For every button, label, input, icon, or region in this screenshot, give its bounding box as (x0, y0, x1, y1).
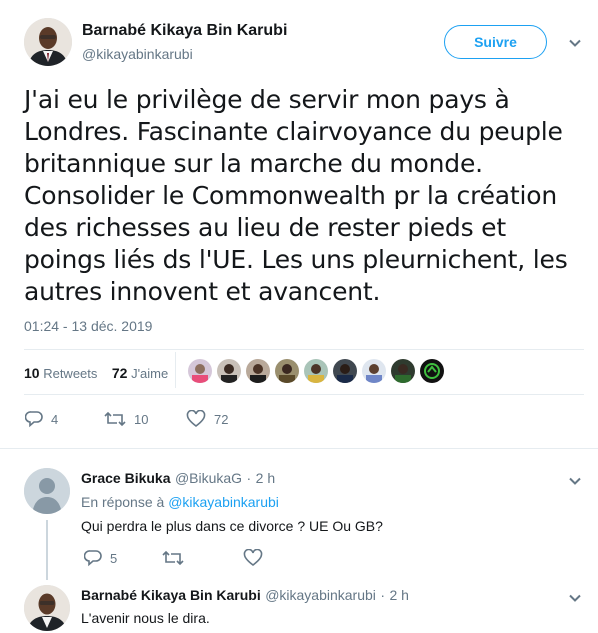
reply-icon (84, 550, 102, 567)
reply-button[interactable]: 4 (25, 410, 58, 428)
engagement-stats: 10 Retweets 72 J'aime (24, 365, 168, 381)
like-icon (186, 410, 206, 428)
avatar[interactable] (246, 359, 270, 383)
follow-button[interactable]: Suivre (444, 25, 547, 59)
like-button[interactable]: 72 (186, 410, 228, 428)
retweet-count: 10 (134, 411, 149, 427)
in-reply-to: En réponse à @kikayabinkarubi (81, 494, 279, 510)
reply-text: L'avenir nous le dira. (81, 610, 210, 626)
avatar[interactable] (391, 359, 415, 383)
like-icon (243, 549, 263, 567)
reply-more-button[interactable] (568, 591, 582, 610)
author-avatar[interactable] (24, 18, 72, 66)
like-count: 72 (214, 411, 229, 427)
more-options-button[interactable] (568, 36, 582, 55)
reply-author-handle[interactable]: @kikayabinkarubi (265, 587, 376, 603)
separator-dot: · (246, 470, 252, 486)
avatar[interactable] (188, 359, 212, 383)
thread-connector (46, 520, 48, 580)
divider (175, 352, 176, 388)
reply-text: Qui perdra le plus dans ce divorce ? UE … (81, 518, 383, 534)
retweet-button[interactable] (162, 549, 192, 567)
reply-author-name[interactable]: Grace Bikuka (81, 470, 171, 486)
retweets-stat[interactable]: 10 Retweets (24, 365, 97, 381)
tweet-timestamp[interactable]: 01:24 - 13 déc. 2019 (24, 318, 152, 334)
divider (24, 394, 584, 395)
reply-avatar[interactable] (24, 585, 70, 631)
reply-icon (25, 411, 43, 428)
reply-time[interactable]: 2 h (389, 587, 408, 603)
reply-button[interactable]: 5 (84, 549, 117, 567)
chevron-down-icon (569, 477, 581, 485)
reply-header: Barnabé Kikaya Bin Karubi @kikayabinkaru… (81, 587, 409, 605)
tweet-text: J'ai eu le privilège de servir mon pays … (24, 85, 568, 306)
reply-author-handle[interactable]: @BikukaG (175, 470, 242, 486)
default-avatar-icon (24, 468, 70, 514)
author-name[interactable]: Barnabé Kikaya Bin Karubi (82, 22, 287, 40)
retweet-icon (162, 550, 184, 566)
chevron-down-icon (569, 594, 581, 602)
reply-count: 4 (51, 411, 59, 427)
divider (24, 349, 584, 350)
reply-author-name[interactable]: Barnabé Kikaya Bin Karubi (81, 587, 261, 603)
avatar[interactable] (362, 359, 386, 383)
author-handle[interactable]: @kikayabinkarubi (82, 46, 193, 62)
reply-avatar[interactable] (24, 468, 70, 514)
avatar[interactable] (304, 359, 328, 383)
retweet-button[interactable]: 10 (104, 410, 148, 428)
likes-stat[interactable]: 72 J'aime (112, 365, 168, 381)
reply-more-button[interactable] (568, 474, 582, 493)
divider (0, 448, 598, 449)
reply-header: Grace Bikuka @BikukaG · 2 h (81, 470, 275, 488)
reply-count: 5 (110, 550, 118, 566)
avatar[interactable] (333, 359, 357, 383)
separator-dot: · (380, 587, 386, 603)
avatar[interactable] (275, 359, 299, 383)
retweet-icon (104, 411, 126, 427)
in-reply-to-link[interactable]: @kikayabinkarubi (168, 494, 279, 510)
reply-time[interactable]: 2 h (256, 470, 275, 486)
like-button[interactable] (243, 549, 271, 567)
likers-avatars (188, 359, 449, 383)
avatar[interactable] (420, 359, 444, 383)
avatar[interactable] (217, 359, 241, 383)
chevron-down-icon (569, 39, 581, 47)
